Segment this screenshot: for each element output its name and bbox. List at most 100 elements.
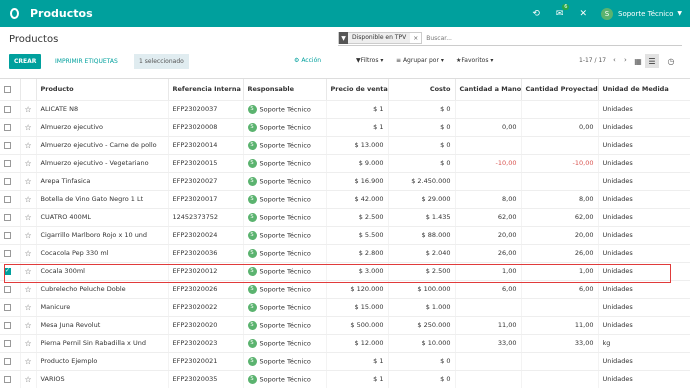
cost-cell[interactable]: $ 1.000 xyxy=(388,298,456,317)
qty-on-hand-cell[interactable] xyxy=(455,298,522,317)
user-avatar[interactable]: S xyxy=(601,7,613,20)
sale-price-cell[interactable]: $ 42.000 xyxy=(326,190,389,209)
forecast-qty-cell[interactable]: 11,00 xyxy=(521,316,599,335)
forecast-qty-cell[interactable] xyxy=(521,100,599,119)
cost-cell[interactable]: $ 0 xyxy=(388,154,456,173)
pager-value[interactable]: 1-17 / 17 xyxy=(579,57,606,64)
product-name-cell[interactable]: VARIOS xyxy=(36,370,169,388)
cost-cell[interactable]: $ 88.000 xyxy=(388,226,456,245)
responsible-cell[interactable]: S Soporte Técnico xyxy=(243,280,327,299)
product-name-cell[interactable]: Cocacola Pep 330 ml xyxy=(36,244,169,263)
row-checkbox[interactable] xyxy=(4,105,11,113)
chat-icon[interactable]: ✉ 6 xyxy=(556,3,570,19)
star-icon[interactable]: ☆ xyxy=(25,249,32,258)
internal-ref-cell[interactable]: EFP23020036 xyxy=(168,244,244,263)
favorite-cell[interactable]: ☆ xyxy=(20,352,37,371)
table-row[interactable]: ☆ CUATRO 400ML 12452373752 S Soporte Técnico… xyxy=(0,208,690,227)
row-select-cell[interactable] xyxy=(0,352,21,371)
table-row[interactable]: ☆ Arepa Tinfasica EFP23020027 S Soporte Técn… xyxy=(0,172,690,191)
favorite-cell[interactable]: ☆ xyxy=(20,334,37,353)
responsible-cell[interactable]: S Soporte Técnico xyxy=(243,298,327,317)
responsible-cell[interactable]: S Soporte Técnico xyxy=(243,172,327,191)
row-checkbox[interactable] xyxy=(4,285,11,293)
sale-price-cell[interactable]: $ 12.000 xyxy=(326,334,389,353)
internal-ref-cell[interactable]: EFP23020014 xyxy=(168,136,244,155)
row-checkbox[interactable] xyxy=(4,375,11,383)
activity-icon[interactable]: ⟲ xyxy=(532,9,540,19)
forecast-qty-cell[interactable]: 33,00 xyxy=(521,334,599,353)
activity-view-icon[interactable]: ◷ xyxy=(664,54,678,68)
table-row[interactable]: ☆ Cocala 300mlEFP23020012SSoporte Técnico… xyxy=(0,262,690,281)
uom-cell[interactable]: Unidades xyxy=(598,118,690,137)
forecast-qty-cell[interactable]: 26,00 xyxy=(521,244,599,263)
cost-cell[interactable]: $ 0 xyxy=(388,352,456,371)
forecast-qty-cell[interactable] xyxy=(521,352,599,371)
forecast-qty-cell[interactable] xyxy=(521,136,599,155)
uom-cell[interactable]: Unidades xyxy=(598,154,690,173)
uom-cell[interactable]: Unidades xyxy=(598,208,690,227)
uom-cell[interactable]: Unidades xyxy=(598,352,690,371)
qty-on-hand-cell[interactable]: -10,00 xyxy=(455,154,522,173)
row-checkbox[interactable] xyxy=(4,141,11,149)
product-name-cell[interactable]: Cocala 300ml xyxy=(36,262,169,281)
table-row[interactable]: ☆ VARIOS EFP23020035 S Soporte Técnico $ 1 $ 0… xyxy=(0,370,690,388)
table-row[interactable]: ☆ Almuerzo ejecutivo - Carne de pollo EFP2… xyxy=(0,136,690,155)
row-select-cell[interactable] xyxy=(0,136,21,155)
table-row[interactable]: ☆ Almuerzo ejecutivo - Vegetariano EFP2302… xyxy=(0,154,690,173)
qty-on-hand-cell[interactable]: 1,00 xyxy=(455,262,522,281)
table-row[interactable]: ☆ ALICATE N8 EFP23020037 S Soporte Técnico $ … xyxy=(0,100,690,119)
column-header-responsible[interactable]: Responsable xyxy=(243,79,327,101)
sale-price-cell[interactable]: $ 3.000 xyxy=(326,262,389,281)
sale-price-cell[interactable]: $ 500.000 xyxy=(326,316,389,335)
sale-price-cell[interactable]: $ 9.000 xyxy=(326,154,389,173)
favorite-cell[interactable]: ☆ xyxy=(20,370,37,388)
column-header-product[interactable]: Producto xyxy=(36,79,169,101)
forecast-qty-cell[interactable] xyxy=(521,298,599,317)
qty-on-hand-cell[interactable]: 62,00 xyxy=(455,208,522,227)
star-icon[interactable]: ☆ xyxy=(25,321,32,330)
close-icon[interactable]: × xyxy=(410,35,421,42)
qty-on-hand-cell[interactable]: 33,00 xyxy=(455,334,522,353)
table-row[interactable]: ☆ Mesa Juna Revolut EFP23020020 S Soporte Té… xyxy=(0,316,690,335)
row-checkbox[interactable] xyxy=(4,195,11,203)
row-checkbox[interactable] xyxy=(4,213,11,221)
row-select-cell[interactable] xyxy=(0,316,21,335)
favorite-cell[interactable]: ☆ xyxy=(20,136,37,155)
favorite-cell[interactable]: ☆ xyxy=(20,190,37,209)
sale-price-cell[interactable]: $ 1 xyxy=(326,118,389,137)
uom-cell[interactable]: Unidades xyxy=(598,190,690,209)
user-name[interactable]: Soporte Técnico xyxy=(618,10,673,18)
favorite-cell[interactable]: ☆ xyxy=(20,100,37,119)
print-labels-button[interactable]: IMPRIMIR ETIQUETAS xyxy=(51,54,122,69)
row-select-cell[interactable] xyxy=(0,100,21,119)
internal-ref-cell[interactable]: EFP23020037 xyxy=(168,100,244,119)
column-header-forecast-qty[interactable]: Cantidad Proyectada xyxy=(521,79,599,101)
star-icon[interactable]: ☆ xyxy=(25,285,32,294)
favorite-cell[interactable]: ☆ xyxy=(20,262,37,281)
sale-price-cell[interactable]: $ 120.000 xyxy=(326,280,389,299)
qty-on-hand-cell[interactable]: 26,00 xyxy=(455,244,522,263)
cost-cell[interactable]: $ 0 xyxy=(388,118,456,137)
product-name-cell[interactable]: Botella de Vino Gato Negro 1 Lt xyxy=(36,190,169,209)
table-row[interactable]: ☆ Pierna Pernil Sin Rabadilla x Und EFP230… xyxy=(0,334,690,353)
row-select-cell[interactable] xyxy=(0,298,21,317)
action-menu-button[interactable]: ⚙ Acción xyxy=(294,57,321,64)
responsible-cell[interactable]: S Soporte Técnico xyxy=(243,118,327,137)
favorite-cell[interactable]: ☆ xyxy=(20,154,37,173)
row-checkbox[interactable] xyxy=(4,321,11,329)
cost-cell[interactable]: $ 2.450.000 xyxy=(388,172,456,191)
product-name-cell[interactable]: ALICATE N8 xyxy=(36,100,169,119)
cost-cell[interactable]: $ 0 xyxy=(388,100,456,119)
column-header-cost[interactable]: Costo xyxy=(388,79,456,101)
row-checkbox[interactable] xyxy=(4,339,11,347)
uom-cell[interactable]: Unidades xyxy=(598,172,690,191)
responsible-cell[interactable]: S Soporte Técnico xyxy=(243,352,327,371)
row-select-cell[interactable] xyxy=(0,154,21,173)
sale-price-cell[interactable]: $ 15.000 xyxy=(326,298,389,317)
internal-ref-cell[interactable]: EFP23020024 xyxy=(168,226,244,245)
row-checkbox[interactable] xyxy=(4,303,11,311)
forecast-qty-cell[interactable]: 8,00 xyxy=(521,190,599,209)
forecast-qty-cell[interactable] xyxy=(521,172,599,191)
forecast-qty-cell[interactable]: 0,00 xyxy=(521,118,599,137)
debug-tools-icon[interactable]: ✕ xyxy=(579,9,587,19)
